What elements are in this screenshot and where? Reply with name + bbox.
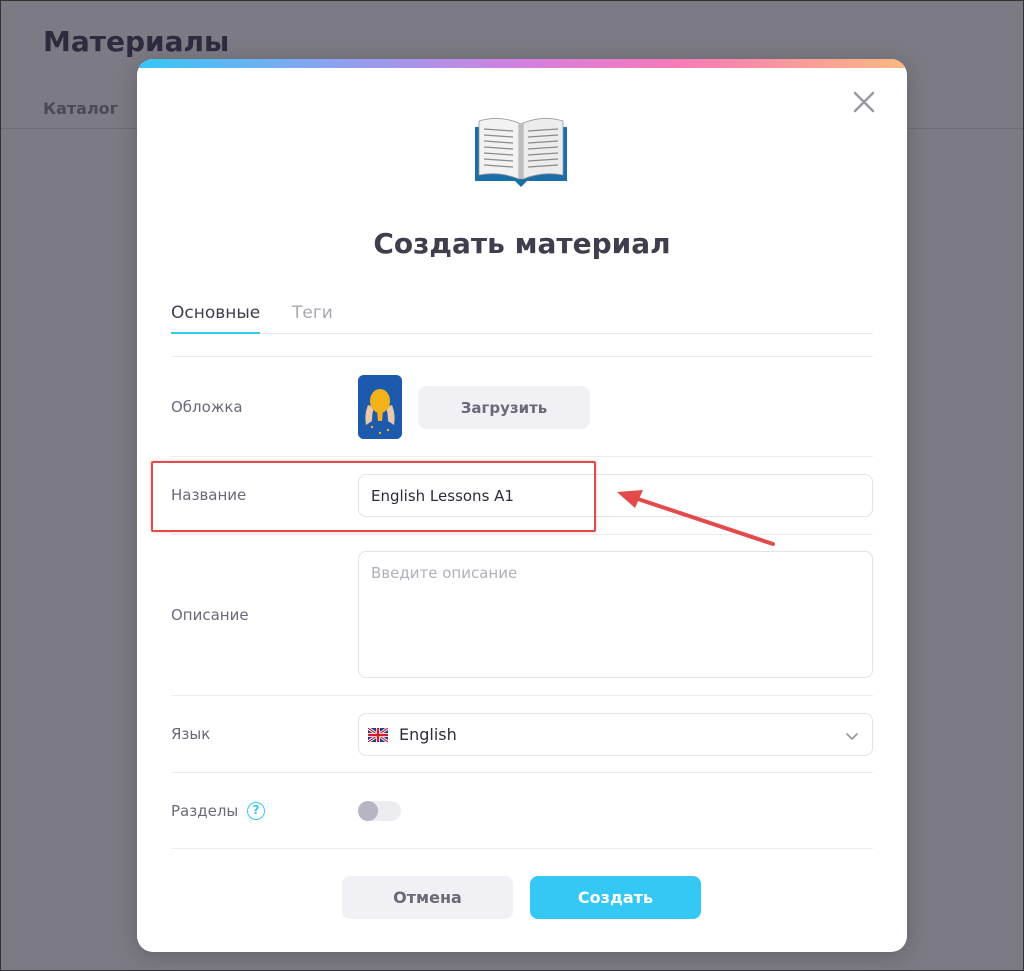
sections-label: Разделы — [171, 802, 239, 820]
create-button[interactable]: Создать — [530, 876, 701, 919]
open-book-icon — [475, 118, 567, 187]
tab-catalog[interactable]: Каталог — [43, 99, 118, 118]
page-title: Материалы — [43, 25, 230, 58]
description-input[interactable] — [358, 551, 873, 678]
row-divider — [171, 456, 873, 457]
row-divider — [171, 772, 873, 773]
tab-tags[interactable]: Теги — [292, 303, 333, 334]
cover-label: Обложка — [171, 398, 243, 416]
name-label: Название — [171, 486, 247, 504]
row-divider — [171, 356, 873, 357]
language-select[interactable]: English — [358, 713, 873, 756]
create-material-modal: Создать материал Основные Теги Обложка З… — [137, 59, 907, 952]
toggle-knob — [358, 801, 378, 821]
row-divider — [171, 848, 873, 849]
chevron-down-icon — [846, 733, 858, 740]
cancel-button[interactable]: Отмена — [342, 876, 513, 919]
help-icon[interactable]: ? — [247, 802, 265, 820]
modal-tabs: Основные Теги — [171, 303, 873, 334]
uk-flag-icon — [368, 728, 388, 742]
language-label: Язык — [171, 725, 211, 743]
language-value: English — [399, 725, 457, 744]
cover-thumbnail — [358, 375, 402, 439]
modal-title: Создать материал — [373, 227, 671, 260]
sections-toggle[interactable] — [358, 801, 401, 821]
modal-gradient-bar — [137, 59, 907, 68]
row-divider — [171, 695, 873, 696]
tab-basic[interactable]: Основные — [171, 303, 261, 334]
description-label: Описание — [171, 606, 249, 624]
name-input[interactable] — [358, 474, 873, 517]
upload-button[interactable]: Загрузить — [418, 386, 590, 429]
close-icon[interactable] — [851, 89, 877, 115]
row-divider — [171, 534, 873, 535]
